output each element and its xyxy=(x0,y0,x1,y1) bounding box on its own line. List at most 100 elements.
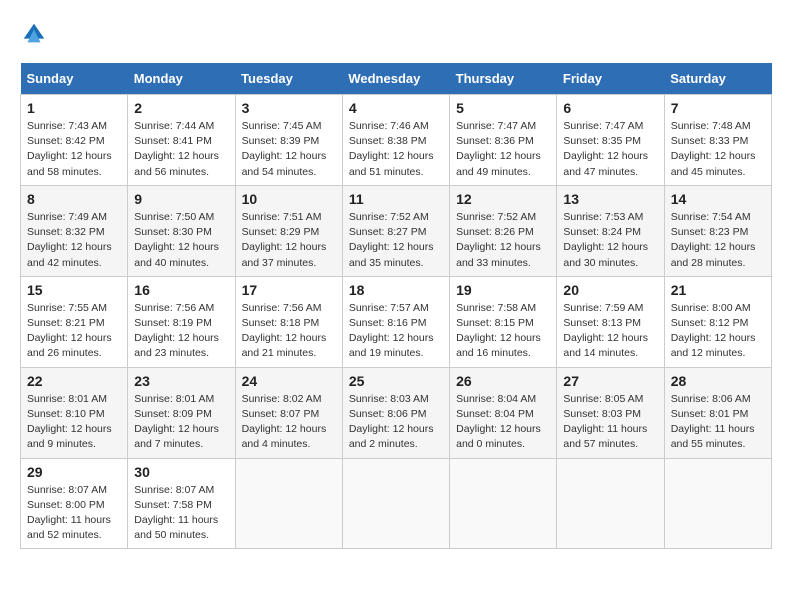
day-number: 17 xyxy=(242,282,336,298)
calendar-cell: 18 Sunrise: 7:57 AMSunset: 8:16 PMDayligh… xyxy=(342,276,449,367)
day-info: Sunrise: 7:45 AMSunset: 8:39 PMDaylight:… xyxy=(242,119,336,180)
calendar-cell xyxy=(557,458,664,549)
week-row-3: 15 Sunrise: 7:55 AMSunset: 8:21 PMDayligh… xyxy=(21,276,772,367)
calendar-cell: 28 Sunrise: 8:06 AMSunset: 8:01 PMDayligh… xyxy=(664,367,771,458)
day-number: 8 xyxy=(27,191,121,207)
day-number: 20 xyxy=(563,282,657,298)
column-header-monday: Monday xyxy=(128,63,235,95)
day-info: Sunrise: 8:07 AMSunset: 7:58 PMDaylight:… xyxy=(134,483,228,544)
calendar-cell: 30 Sunrise: 8:07 AMSunset: 7:58 PMDayligh… xyxy=(128,458,235,549)
calendar-cell: 25 Sunrise: 8:03 AMSunset: 8:06 PMDayligh… xyxy=(342,367,449,458)
day-info: Sunrise: 7:52 AMSunset: 8:26 PMDaylight:… xyxy=(456,210,550,271)
column-header-friday: Friday xyxy=(557,63,664,95)
calendar-cell: 1 Sunrise: 7:43 AMSunset: 8:42 PMDaylight… xyxy=(21,95,128,186)
day-info: Sunrise: 8:02 AMSunset: 8:07 PMDaylight:… xyxy=(242,392,336,453)
column-header-saturday: Saturday xyxy=(664,63,771,95)
day-number: 22 xyxy=(27,373,121,389)
column-header-tuesday: Tuesday xyxy=(235,63,342,95)
day-number: 21 xyxy=(671,282,765,298)
logo-icon xyxy=(20,20,48,48)
day-info: Sunrise: 8:00 AMSunset: 8:12 PMDaylight:… xyxy=(671,301,765,362)
day-number: 18 xyxy=(349,282,443,298)
calendar-cell: 24 Sunrise: 8:02 AMSunset: 8:07 PMDayligh… xyxy=(235,367,342,458)
day-number: 19 xyxy=(456,282,550,298)
day-number: 16 xyxy=(134,282,228,298)
column-header-sunday: Sunday xyxy=(21,63,128,95)
day-info: Sunrise: 7:59 AMSunset: 8:13 PMDaylight:… xyxy=(563,301,657,362)
day-info: Sunrise: 7:46 AMSunset: 8:38 PMDaylight:… xyxy=(349,119,443,180)
day-info: Sunrise: 7:58 AMSunset: 8:15 PMDaylight:… xyxy=(456,301,550,362)
day-info: Sunrise: 7:55 AMSunset: 8:21 PMDaylight:… xyxy=(27,301,121,362)
day-info: Sunrise: 8:05 AMSunset: 8:03 PMDaylight:… xyxy=(563,392,657,453)
day-number: 9 xyxy=(134,191,228,207)
calendar-cell: 11 Sunrise: 7:52 AMSunset: 8:27 PMDayligh… xyxy=(342,185,449,276)
header-row: SundayMondayTuesdayWednesdayThursdayFrid… xyxy=(21,63,772,95)
week-row-5: 29Sunrise: 8:07 AMSunset: 8:00 PMDayligh… xyxy=(21,458,772,549)
day-info: Sunrise: 7:56 AMSunset: 8:18 PMDaylight:… xyxy=(242,301,336,362)
day-number: 15 xyxy=(27,282,121,298)
day-info: Sunrise: 7:43 AMSunset: 8:42 PMDaylight:… xyxy=(27,119,121,180)
logo xyxy=(20,20,52,48)
day-number: 30 xyxy=(134,464,228,480)
day-info: Sunrise: 8:06 AMSunset: 8:01 PMDaylight:… xyxy=(671,392,765,453)
calendar-cell: 5Sunrise: 7:47 AMSunset: 8:36 PMDaylight… xyxy=(450,95,557,186)
calendar-cell: 15 Sunrise: 7:55 AMSunset: 8:21 PMDayligh… xyxy=(21,276,128,367)
day-info: Sunrise: 7:56 AMSunset: 8:19 PMDaylight:… xyxy=(134,301,228,362)
calendar-cell xyxy=(664,458,771,549)
day-number: 25 xyxy=(349,373,443,389)
day-number: 7 xyxy=(671,100,765,116)
day-number: 5 xyxy=(456,100,550,116)
day-number: 26 xyxy=(456,373,550,389)
day-number: 29 xyxy=(27,464,121,480)
day-number: 10 xyxy=(242,191,336,207)
day-number: 28 xyxy=(671,373,765,389)
day-number: 1 xyxy=(27,100,121,116)
day-info: Sunrise: 8:03 AMSunset: 8:06 PMDaylight:… xyxy=(349,392,443,453)
day-number: 24 xyxy=(242,373,336,389)
day-info: Sunrise: 7:50 AMSunset: 8:30 PMDaylight:… xyxy=(134,210,228,271)
week-row-1: 1 Sunrise: 7:43 AMSunset: 8:42 PMDaylight… xyxy=(21,95,772,186)
calendar-cell: 26 Sunrise: 8:04 AMSunset: 8:04 PMDayligh… xyxy=(450,367,557,458)
week-row-2: 8 Sunrise: 7:49 AMSunset: 8:32 PMDaylight… xyxy=(21,185,772,276)
day-info: Sunrise: 8:04 AMSunset: 8:04 PMDaylight:… xyxy=(456,392,550,453)
calendar-cell: 22Sunrise: 8:01 AMSunset: 8:10 PMDayligh… xyxy=(21,367,128,458)
day-info: Sunrise: 8:01 AMSunset: 8:09 PMDaylight:… xyxy=(134,392,228,453)
day-number: 14 xyxy=(671,191,765,207)
day-info: Sunrise: 7:51 AMSunset: 8:29 PMDaylight:… xyxy=(242,210,336,271)
calendar-cell xyxy=(342,458,449,549)
day-number: 2 xyxy=(134,100,228,116)
week-row-4: 22Sunrise: 8:01 AMSunset: 8:10 PMDayligh… xyxy=(21,367,772,458)
day-number: 13 xyxy=(563,191,657,207)
calendar-cell: 9 Sunrise: 7:50 AMSunset: 8:30 PMDaylight… xyxy=(128,185,235,276)
calendar-cell xyxy=(235,458,342,549)
calendar-cell: 6 Sunrise: 7:47 AMSunset: 8:35 PMDaylight… xyxy=(557,95,664,186)
calendar-cell: 17 Sunrise: 7:56 AMSunset: 8:18 PMDayligh… xyxy=(235,276,342,367)
column-header-thursday: Thursday xyxy=(450,63,557,95)
calendar-cell xyxy=(450,458,557,549)
day-info: Sunrise: 7:52 AMSunset: 8:27 PMDaylight:… xyxy=(349,210,443,271)
day-info: Sunrise: 7:47 AMSunset: 8:35 PMDaylight:… xyxy=(563,119,657,180)
day-number: 11 xyxy=(349,191,443,207)
header xyxy=(20,20,772,48)
day-info: Sunrise: 7:53 AMSunset: 8:24 PMDaylight:… xyxy=(563,210,657,271)
day-info: Sunrise: 7:57 AMSunset: 8:16 PMDaylight:… xyxy=(349,301,443,362)
day-info: Sunrise: 7:49 AMSunset: 8:32 PMDaylight:… xyxy=(27,210,121,271)
calendar-cell: 8 Sunrise: 7:49 AMSunset: 8:32 PMDaylight… xyxy=(21,185,128,276)
calendar-cell: 13 Sunrise: 7:53 AMSunset: 8:24 PMDayligh… xyxy=(557,185,664,276)
day-number: 23 xyxy=(134,373,228,389)
calendar-cell: 21 Sunrise: 8:00 AMSunset: 8:12 PMDayligh… xyxy=(664,276,771,367)
calendar-cell: 23 Sunrise: 8:01 AMSunset: 8:09 PMDayligh… xyxy=(128,367,235,458)
calendar-cell: 20 Sunrise: 7:59 AMSunset: 8:13 PMDayligh… xyxy=(557,276,664,367)
calendar-cell: 29Sunrise: 8:07 AMSunset: 8:00 PMDayligh… xyxy=(21,458,128,549)
day-number: 6 xyxy=(563,100,657,116)
day-info: Sunrise: 7:44 AMSunset: 8:41 PMDaylight:… xyxy=(134,119,228,180)
calendar-cell: 2 Sunrise: 7:44 AMSunset: 8:41 PMDaylight… xyxy=(128,95,235,186)
calendar-cell: 10 Sunrise: 7:51 AMSunset: 8:29 PMDayligh… xyxy=(235,185,342,276)
day-number: 27 xyxy=(563,373,657,389)
calendar-cell: 27 Sunrise: 8:05 AMSunset: 8:03 PMDayligh… xyxy=(557,367,664,458)
calendar-cell: 14Sunrise: 7:54 AMSunset: 8:23 PMDayligh… xyxy=(664,185,771,276)
day-number: 12 xyxy=(456,191,550,207)
calendar-cell: 7Sunrise: 7:48 AMSunset: 8:33 PMDaylight… xyxy=(664,95,771,186)
day-number: 4 xyxy=(349,100,443,116)
calendar-table: SundayMondayTuesdayWednesdayThursdayFrid… xyxy=(20,63,772,549)
